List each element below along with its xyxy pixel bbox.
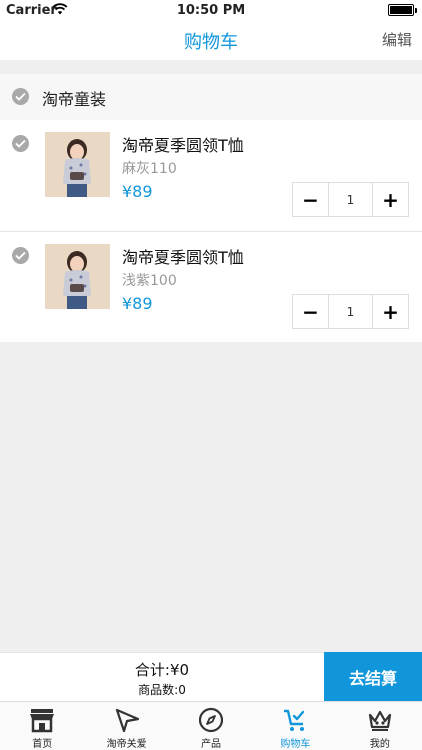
item-select-checkbox[interactable] — [12, 247, 29, 264]
tab-cart[interactable]: 购物车 — [253, 702, 337, 750]
product-name: 淘帝夏季圆领T恤 — [122, 248, 244, 267]
tab-label: 购物车 — [280, 739, 311, 750]
store-icon — [30, 709, 55, 733]
checkmark-icon — [15, 139, 26, 148]
tab-label: 淘帝关爱 — [106, 739, 147, 750]
quantity-stepper: − 1 + — [292, 182, 409, 217]
increase-button[interactable]: + — [373, 295, 408, 328]
compass-icon — [198, 707, 224, 733]
tab-label: 首页 — [32, 739, 53, 750]
checkmark-icon — [15, 251, 26, 260]
product-price: ¥89 — [122, 182, 153, 201]
clock: 10:50 PM — [176, 3, 246, 18]
quantity-stepper: − 1 + — [292, 294, 409, 329]
decrease-button[interactable]: − — [293, 295, 328, 328]
tab-bar: 首页 淘帝关爱 产品 购物车 我的 — [0, 701, 422, 750]
product-name: 淘帝夏季圆领T恤 — [122, 136, 244, 155]
cart-item: 淘帝夏季圆领T恤 浅紫100 ¥89 − 1 + — [0, 231, 422, 342]
product-spec: 麻灰110 — [122, 161, 177, 177]
product-price: ¥89 — [122, 294, 153, 313]
page-title: 购物车 — [184, 32, 238, 53]
crown-icon — [368, 710, 391, 731]
product-thumbnail[interactable] — [45, 244, 110, 309]
edit-button[interactable]: 编辑 — [382, 29, 412, 50]
product-thumbnail[interactable] — [45, 132, 110, 197]
shop-header: 淘帝童装 — [0, 74, 422, 120]
shop-name: 淘帝童装 — [42, 90, 107, 109]
cart-item: 淘帝夏季圆领T恤 麻灰110 ¥89 − 1 + — [0, 120, 422, 231]
item-count: 商品数:0 — [138, 683, 186, 697]
shop-select-checkbox[interactable] — [12, 88, 29, 105]
checkout-button[interactable]: 去结算 — [324, 652, 422, 702]
tab-products[interactable]: 产品 — [169, 702, 253, 750]
total-amount: 合计:¥0 — [134, 661, 190, 679]
send-icon — [115, 708, 139, 733]
item-select-checkbox[interactable] — [12, 135, 29, 152]
tab-home[interactable]: 首页 — [0, 702, 84, 750]
quantity-value: 1 — [328, 295, 373, 328]
tab-care[interactable]: 淘帝关爱 — [84, 702, 168, 750]
nav-bar: 购物车 编辑 — [0, 20, 422, 60]
increase-button[interactable]: + — [373, 183, 408, 216]
battery-icon — [388, 4, 417, 16]
checkout-bar: 合计:¥0 商品数:0 去结算 — [0, 652, 422, 702]
checkmark-icon — [15, 92, 26, 101]
quantity-value: 1 — [328, 183, 373, 216]
cart-icon — [284, 709, 305, 731]
status-bar: Carrier 10:50 PM — [0, 0, 422, 20]
decrease-button[interactable]: − — [293, 183, 328, 216]
product-spec: 浅紫100 — [122, 273, 177, 289]
tab-label: 产品 — [201, 739, 222, 750]
tab-me[interactable]: 我的 — [338, 702, 422, 750]
tab-label: 我的 — [369, 739, 390, 750]
